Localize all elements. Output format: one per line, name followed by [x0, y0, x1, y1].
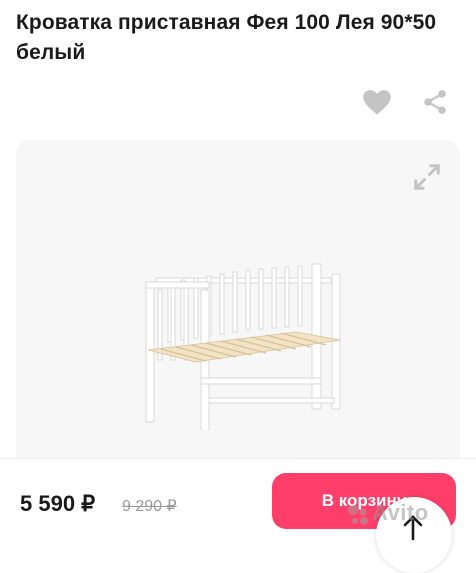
arrow-up-icon [403, 515, 423, 541]
price: 5 590 ₽ [20, 491, 96, 516]
heart-icon[interactable] [362, 88, 392, 116]
expand-icon[interactable] [412, 162, 442, 192]
old-price: 9 290 ₽ [122, 498, 177, 515]
product-gallery[interactable] [16, 140, 460, 470]
scroll-to-top-button[interactable] [376, 497, 452, 573]
product-title: Кроватка приставная Фея 100 Лея 90*50 бе… [16, 11, 437, 64]
share-icon[interactable] [420, 88, 450, 116]
crib-image [145, 263, 341, 430]
